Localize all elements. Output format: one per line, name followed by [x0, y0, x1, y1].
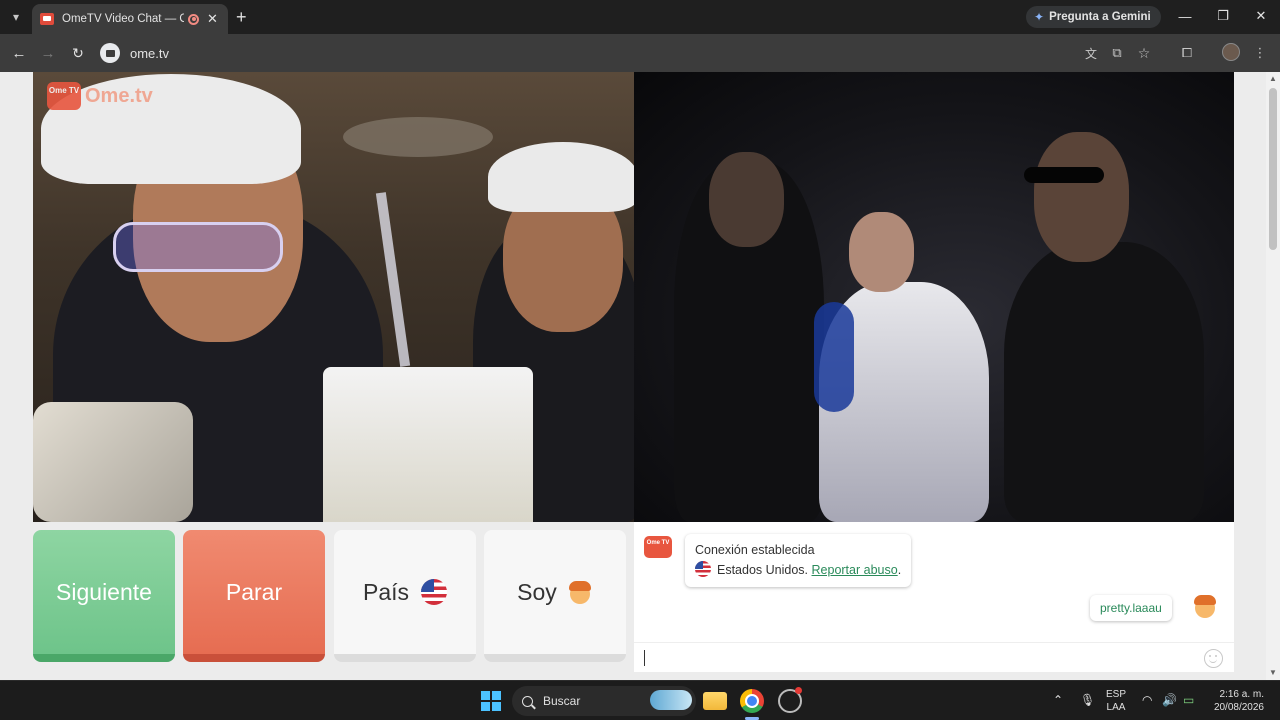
- wifi-icon[interactable]: ◠: [1142, 693, 1152, 707]
- chat-input[interactable]: [642, 647, 1192, 669]
- scrollbar-thumb[interactable]: [1269, 88, 1277, 250]
- next-button[interactable]: Siguiente: [33, 530, 175, 662]
- emoji-smiley-icon[interactable]: [1204, 649, 1223, 668]
- minimize-button[interactable]: —: [1166, 0, 1204, 32]
- ometv-favicon-icon: [40, 13, 54, 25]
- address-bar[interactable]: ome.tv: [100, 39, 1100, 67]
- report-abuse-link[interactable]: Reportar abuso: [812, 563, 898, 577]
- browser-toolbar: ← → ↻ ome.tv 文 ⧉ ☆ ⧠ ⋮: [0, 34, 1280, 72]
- us-flag-icon: [695, 561, 711, 577]
- chat-input-row: [634, 642, 1234, 672]
- site-info-icon[interactable]: [100, 43, 120, 63]
- taskbar-search-label: Buscar: [543, 694, 581, 708]
- search-icon: [522, 695, 533, 707]
- notification-badge: [795, 687, 802, 694]
- remote-face-left-shape: [709, 152, 784, 247]
- clock-date: 20/08/2026: [1213, 702, 1264, 713]
- country-button[interactable]: País: [334, 530, 476, 662]
- system-clock[interactable]: 2:16 a. m. 20/08/2026: [1206, 688, 1264, 714]
- microphone-icon[interactable]: 🎙: [1080, 693, 1095, 707]
- tab-close-icon[interactable]: ✕: [207, 11, 218, 27]
- windows-logo-tile: [481, 691, 490, 700]
- stop-button[interactable]: Parar: [183, 530, 325, 662]
- cast-icon[interactable]: ⧉: [1107, 43, 1127, 63]
- connection-status: Conexión establecida: [695, 543, 815, 557]
- local-video: Ome TV Ome.tv: [33, 72, 634, 522]
- translate-icon[interactable]: 文: [1081, 43, 1101, 63]
- windows-taskbar: Buscar ⌃ 🎙 ESP LAA ◠ 🔊 ▭ 2:16 a. m. 20/0…: [0, 680, 1280, 720]
- scroll-down-arrow-icon[interactable]: ▼: [1269, 668, 1277, 678]
- gender-button[interactable]: Soy: [484, 530, 626, 662]
- window-controls: — ❐ ✕: [1166, 0, 1280, 32]
- phone-shape: [33, 402, 193, 522]
- tab-search-chevron-icon[interactable]: ▾: [6, 7, 26, 27]
- back-arrow-icon[interactable]: ←: [9, 43, 29, 63]
- extensions-icon[interactable]: ⧠: [1177, 43, 1197, 63]
- stop-button-label: Parar: [225, 578, 283, 605]
- gemini-button-label: Pregunta a Gemini: [1049, 11, 1151, 23]
- new-tab-button[interactable]: +: [236, 8, 247, 26]
- partner-avatar-icon: [1192, 593, 1218, 619]
- scroll-up-arrow-icon[interactable]: ▲: [1269, 74, 1277, 84]
- language-code: ESP: [1106, 689, 1127, 700]
- chat-panel: Ome TV Conexión establecida Estados Unid…: [634, 522, 1234, 672]
- glasses-shape: [113, 222, 283, 272]
- remote-person-right-shape: [1004, 242, 1204, 522]
- page-viewport: Ome TV Ome.tv Siguiente Parar País Soy O…: [0, 72, 1280, 680]
- bookmark-star-icon[interactable]: ☆: [1134, 43, 1154, 63]
- file-explorer-icon[interactable]: [703, 692, 727, 710]
- ometv-watermark: Ome TV Ome.tv: [47, 82, 153, 110]
- next-button-label: Siguiente: [56, 578, 152, 605]
- url-text: ome.tv: [130, 45, 170, 61]
- ometv-logo-text: Ome.tv: [85, 84, 153, 107]
- partner-country: Estados Unidos.: [717, 563, 809, 577]
- ometv-chat-logo-icon: Ome TV: [644, 536, 672, 558]
- system-message: Conexión establecida Estados Unidos. Rep…: [685, 534, 912, 587]
- tab-ometv[interactable]: OmeTV Video Chat — Ome ✕: [32, 4, 228, 34]
- windows-logo-tile: [492, 691, 501, 700]
- gemini-sparkle-icon: ✦: [1034, 10, 1045, 24]
- sunglasses-shape: [1024, 167, 1104, 183]
- ceiling-fan-shape: [343, 117, 493, 157]
- remote-face-right-shape: [1034, 132, 1129, 262]
- gender-button-label: Soy: [517, 578, 557, 605]
- profile-avatar[interactable]: [1222, 43, 1240, 61]
- tab-bar: ▾ OmeTV Video Chat — Ome ✕ + ✦ Pregunta …: [0, 0, 1280, 34]
- gemini-button[interactable]: ✦ Pregunta a Gemini: [1026, 6, 1161, 28]
- cap-right-shape: [488, 142, 634, 212]
- us-flag-icon: [421, 579, 448, 605]
- cup-shape: [323, 367, 533, 522]
- close-window-button[interactable]: ✕: [1242, 0, 1280, 32]
- country-button-label: País: [362, 578, 410, 605]
- partner-country-line: Estados Unidos. Reportar abuso.: [695, 560, 901, 580]
- page-scrollbar[interactable]: ▲ ▼: [1266, 72, 1280, 680]
- reload-icon[interactable]: ↻: [68, 43, 88, 63]
- recording-indicator-icon: [188, 13, 199, 25]
- windows-logo-tile: [492, 702, 501, 711]
- input-language[interactable]: ESP LAA: [1106, 688, 1126, 714]
- forward-arrow-icon[interactable]: →: [38, 43, 58, 63]
- report-suffix: .: [897, 563, 902, 577]
- clock-time: 2:16 a. m.: [1219, 689, 1264, 700]
- more-menu-icon[interactable]: ⋮: [1250, 43, 1270, 63]
- ometv-logo-icon: Ome TV: [47, 82, 81, 110]
- remote-face-center-shape: [849, 212, 914, 292]
- text-caret: [644, 650, 645, 666]
- partner-message: pretty.laaau: [1090, 595, 1172, 621]
- tray-chevron-up-icon[interactable]: ⌃: [1053, 693, 1063, 707]
- windows-start-icon[interactable]: [481, 691, 501, 711]
- remote-video: [634, 72, 1234, 522]
- chrome-icon[interactable]: [740, 689, 764, 713]
- battery-icon[interactable]: ▭: [1183, 693, 1194, 707]
- boy-avatar-icon: [567, 579, 593, 605]
- search-highlight-boat-icon[interactable]: [650, 690, 692, 710]
- tab-title: OmeTV Video Chat — Ome: [62, 13, 184, 25]
- maximize-button[interactable]: ❐: [1204, 0, 1242, 32]
- windows-logo-tile: [481, 702, 490, 711]
- volume-icon[interactable]: 🔊: [1162, 693, 1177, 707]
- keyboard-layout: LAA: [1106, 702, 1126, 713]
- blue-chair-shape: [814, 302, 854, 412]
